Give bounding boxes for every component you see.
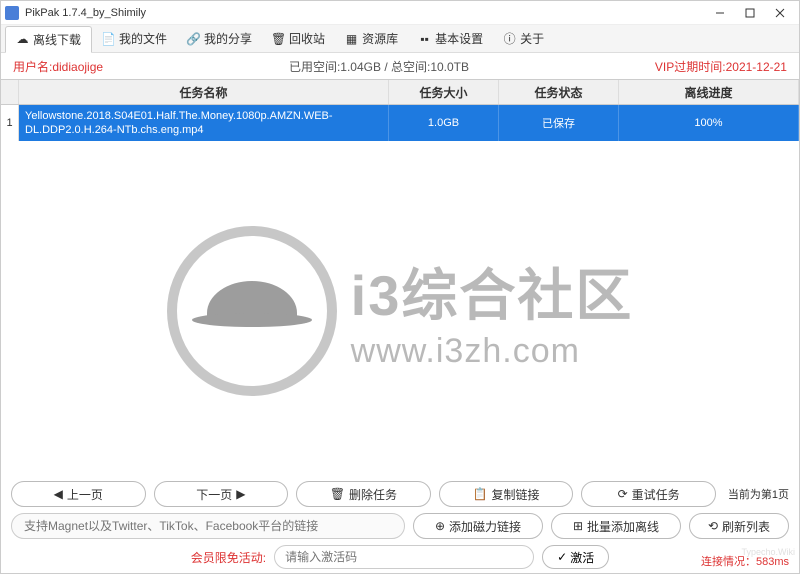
retry-task-button[interactable]: ⟳ 重试任务 — [581, 481, 716, 507]
btn-label: 复制链接 — [491, 486, 539, 503]
trash-icon: 🗑 — [272, 32, 285, 45]
watermark-text: i3综合社区 www.i3zh.com — [351, 251, 634, 371]
arrow-right-icon: ▶ — [236, 487, 245, 501]
btn-label: 添加磁力链接 — [449, 518, 521, 535]
batch-icon: ⊞ — [573, 519, 583, 533]
check-icon: ✓ — [557, 550, 567, 564]
row-task-name: Yellowstone.2018.S04E01.Half.The.Money.1… — [19, 105, 389, 141]
tab-label: 离线下载 — [33, 31, 81, 48]
settings-icon: ▪▪ — [418, 32, 431, 45]
refresh-list-button[interactable]: ⟲ 刷新列表 — [689, 513, 789, 539]
tab-settings[interactable]: ▪▪ 基本设置 — [408, 26, 493, 51]
row-task-size: 1.0GB — [389, 105, 499, 141]
nav-button-row: ◀ 上一页 下一页 ▶ 🗑 删除任务 📋 复制链接 ⟳ 重试任务 当前为第1页 — [11, 481, 789, 507]
minimize-button[interactable] — [705, 2, 735, 24]
copy-link-button[interactable]: 📋 复制链接 — [439, 481, 574, 507]
tab-label: 我的文件 — [119, 30, 167, 47]
tab-label: 基本设置 — [435, 30, 483, 47]
prev-page-button[interactable]: ◀ 上一页 — [11, 481, 146, 507]
next-page-button[interactable]: 下一页 ▶ — [154, 481, 289, 507]
file-icon: 📄 — [102, 32, 115, 45]
window-title: PikPak 1.7.4_by_Shimily — [25, 7, 705, 19]
row-task-status: 已保存 — [499, 105, 619, 141]
titlebar: PikPak 1.7.4_by_Shimily — [1, 1, 799, 25]
activate-button[interactable]: ✓ 激活 — [542, 545, 609, 569]
cloud-download-icon: ☁ — [16, 33, 29, 46]
copy-icon: 📋 — [473, 487, 488, 501]
trash-icon: 🗑 — [330, 487, 345, 501]
info-bar: 用户名:didiaojige 已用空间:1.04GB / 总空间:10.0TB … — [1, 53, 799, 79]
watermark-title: i3综合社区 — [351, 251, 634, 332]
info-icon: ⓘ — [503, 32, 516, 45]
content-area: i3综合社区 www.i3zh.com — [1, 141, 799, 481]
btn-label: 刷新列表 — [722, 518, 770, 535]
btn-label: 上一页 — [67, 486, 103, 503]
btn-label: 重试任务 — [632, 486, 680, 503]
col-task-status: 任务状态 — [499, 80, 619, 104]
col-index — [1, 80, 19, 104]
col-task-name: 任务名称 — [19, 80, 389, 104]
tab-my-files[interactable]: 📄 我的文件 — [92, 26, 177, 51]
col-task-size: 任务大小 — [389, 80, 499, 104]
window-controls — [705, 2, 795, 24]
arrow-left-icon: ◀ — [54, 487, 63, 501]
btn-label: 激活 — [570, 549, 594, 566]
watermark-url: www.i3zh.com — [351, 332, 634, 371]
close-button[interactable] — [765, 2, 795, 24]
share-icon: 🔗 — [187, 32, 200, 45]
page-info: 当前为第1页 — [724, 486, 789, 502]
link-input-row: ⊕ 添加磁力链接 ⊞ 批量添加离线 ⟲ 刷新列表 — [11, 513, 789, 539]
watermark-logo — [167, 226, 337, 396]
app-icon — [5, 6, 19, 20]
link-input[interactable] — [11, 513, 405, 539]
tab-label: 关于 — [520, 30, 544, 47]
tab-resource-library[interactable]: ▦ 资源库 — [335, 26, 408, 51]
plus-icon: ⊕ — [435, 519, 445, 533]
add-magnet-button[interactable]: ⊕ 添加磁力链接 — [413, 513, 543, 539]
tab-label: 我的分享 — [204, 30, 252, 47]
bottom-panel: ◀ 上一页 下一页 ▶ 🗑 删除任务 📋 复制链接 ⟳ 重试任务 当前为第1页 … — [1, 475, 799, 573]
tab-label: 资源库 — [362, 30, 398, 47]
refresh-icon: ⟲ — [708, 519, 718, 533]
activation-code-input[interactable] — [274, 545, 534, 569]
btn-label: 下一页 — [196, 486, 232, 503]
tab-recycle-bin[interactable]: 🗑 回收站 — [262, 26, 335, 51]
watermark: i3综合社区 www.i3zh.com — [167, 226, 634, 396]
maximize-button[interactable] — [735, 2, 765, 24]
delete-task-button[interactable]: 🗑 删除任务 — [296, 481, 431, 507]
vip-expiry-label: VIP过期时间:2021-12-21 — [655, 58, 787, 75]
user-label: 用户名:didiaojige — [13, 58, 103, 75]
activate-label: 会员限免活动: — [191, 549, 266, 566]
toolbar-tabs: ☁ 离线下载 📄 我的文件 🔗 我的分享 🗑 回收站 ▦ 资源库 ▪▪ 基本设置… — [1, 25, 799, 53]
hat-icon — [207, 281, 297, 321]
tab-offline-download[interactable]: ☁ 离线下载 — [5, 26, 92, 53]
row-index: 1 — [1, 105, 19, 141]
tab-label: 回收站 — [289, 30, 325, 47]
btn-label: 批量添加离线 — [587, 518, 659, 535]
table-header: 任务名称 任务大小 任务状态 离线进度 — [1, 79, 799, 105]
activate-row: 会员限免活动: ✓ 激活 — [11, 545, 789, 569]
batch-add-button[interactable]: ⊞ 批量添加离线 — [551, 513, 681, 539]
library-icon: ▦ — [345, 32, 358, 45]
tab-my-shares[interactable]: 🔗 我的分享 — [177, 26, 262, 51]
table-row[interactable]: 1 Yellowstone.2018.S04E01.Half.The.Money… — [1, 105, 799, 141]
footer-watermark: Typecho.Wiki — [741, 547, 795, 557]
row-progress: 100% — [619, 105, 799, 141]
col-offline-progress: 离线进度 — [619, 80, 799, 104]
space-label: 已用空间:1.04GB / 总空间:10.0TB — [289, 58, 469, 75]
btn-label: 删除任务 — [349, 486, 397, 503]
tab-about[interactable]: ⓘ 关于 — [493, 26, 554, 51]
retry-icon: ⟳ — [618, 487, 628, 501]
